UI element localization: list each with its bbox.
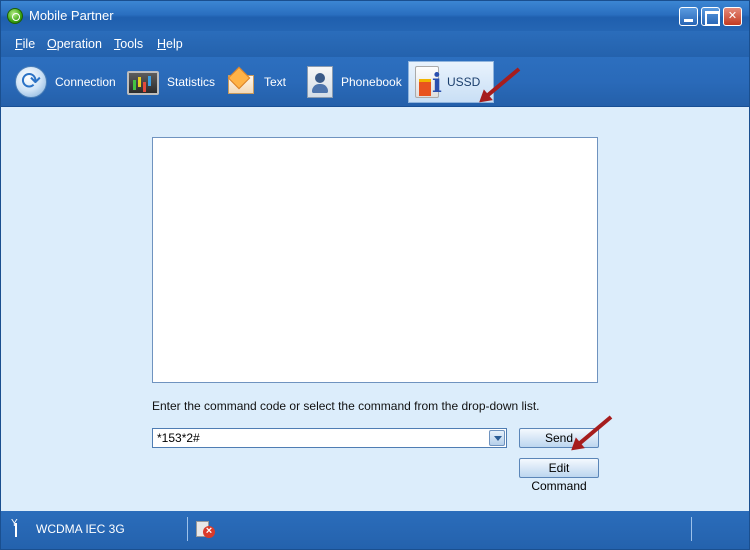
mobile-partner-window: Mobile Partner ✕ File Operation Tools He… xyxy=(0,0,750,550)
close-button[interactable]: ✕ xyxy=(723,7,742,26)
status-bar: WCDMA IEC 3G xyxy=(1,511,749,549)
sim-error-icon xyxy=(195,520,215,540)
status-separator xyxy=(691,517,692,541)
window-title: Mobile Partner xyxy=(29,8,114,23)
minimize-button[interactable] xyxy=(679,7,698,26)
menu-bar: File Operation Tools Help xyxy=(1,31,749,57)
command-dropdown-button[interactable] xyxy=(489,430,505,446)
ussd-panel: Enter the command code or select the com… xyxy=(1,107,749,511)
status-separator xyxy=(187,517,188,541)
edit-command-button[interactable]: Edit Command xyxy=(519,458,599,493)
toolbar: Connection Statistics Text Phonebook USS… xyxy=(1,57,749,107)
menu-operation[interactable]: Operation xyxy=(47,37,102,51)
menu-file[interactable]: File xyxy=(15,37,35,51)
toolbar-statistics-label: Statistics xyxy=(167,75,216,89)
app-logo-icon xyxy=(7,8,23,24)
menu-tools[interactable]: Tools xyxy=(114,37,143,51)
toolbar-statistics[interactable]: Statistics xyxy=(127,61,215,103)
statistics-icon xyxy=(127,71,159,95)
title-bar: Mobile Partner ✕ xyxy=(1,1,749,31)
ussd-response-area[interactable] xyxy=(152,137,598,383)
toolbar-ussd-label: USSD xyxy=(447,75,481,89)
signal-antenna-icon xyxy=(11,518,21,537)
menu-help[interactable]: Help xyxy=(157,37,183,51)
toolbar-phonebook-label: Phonebook xyxy=(341,75,402,89)
network-status: WCDMA IEC 3G xyxy=(36,522,125,536)
connection-icon xyxy=(15,66,47,98)
envelope-icon xyxy=(224,66,256,98)
toolbar-connection-label: Connection xyxy=(55,75,116,89)
phonebook-icon xyxy=(307,66,333,98)
toolbar-text-label: Text xyxy=(264,75,287,89)
toolbar-text[interactable]: Text xyxy=(224,61,286,103)
command-hint: Enter the command code or select the com… xyxy=(152,399,540,413)
toolbar-phonebook[interactable]: Phonebook xyxy=(307,61,402,103)
toolbar-connection[interactable]: Connection xyxy=(15,61,116,103)
maximize-button[interactable] xyxy=(701,7,720,26)
ussd-icon xyxy=(415,66,442,99)
command-input[interactable] xyxy=(152,428,507,448)
